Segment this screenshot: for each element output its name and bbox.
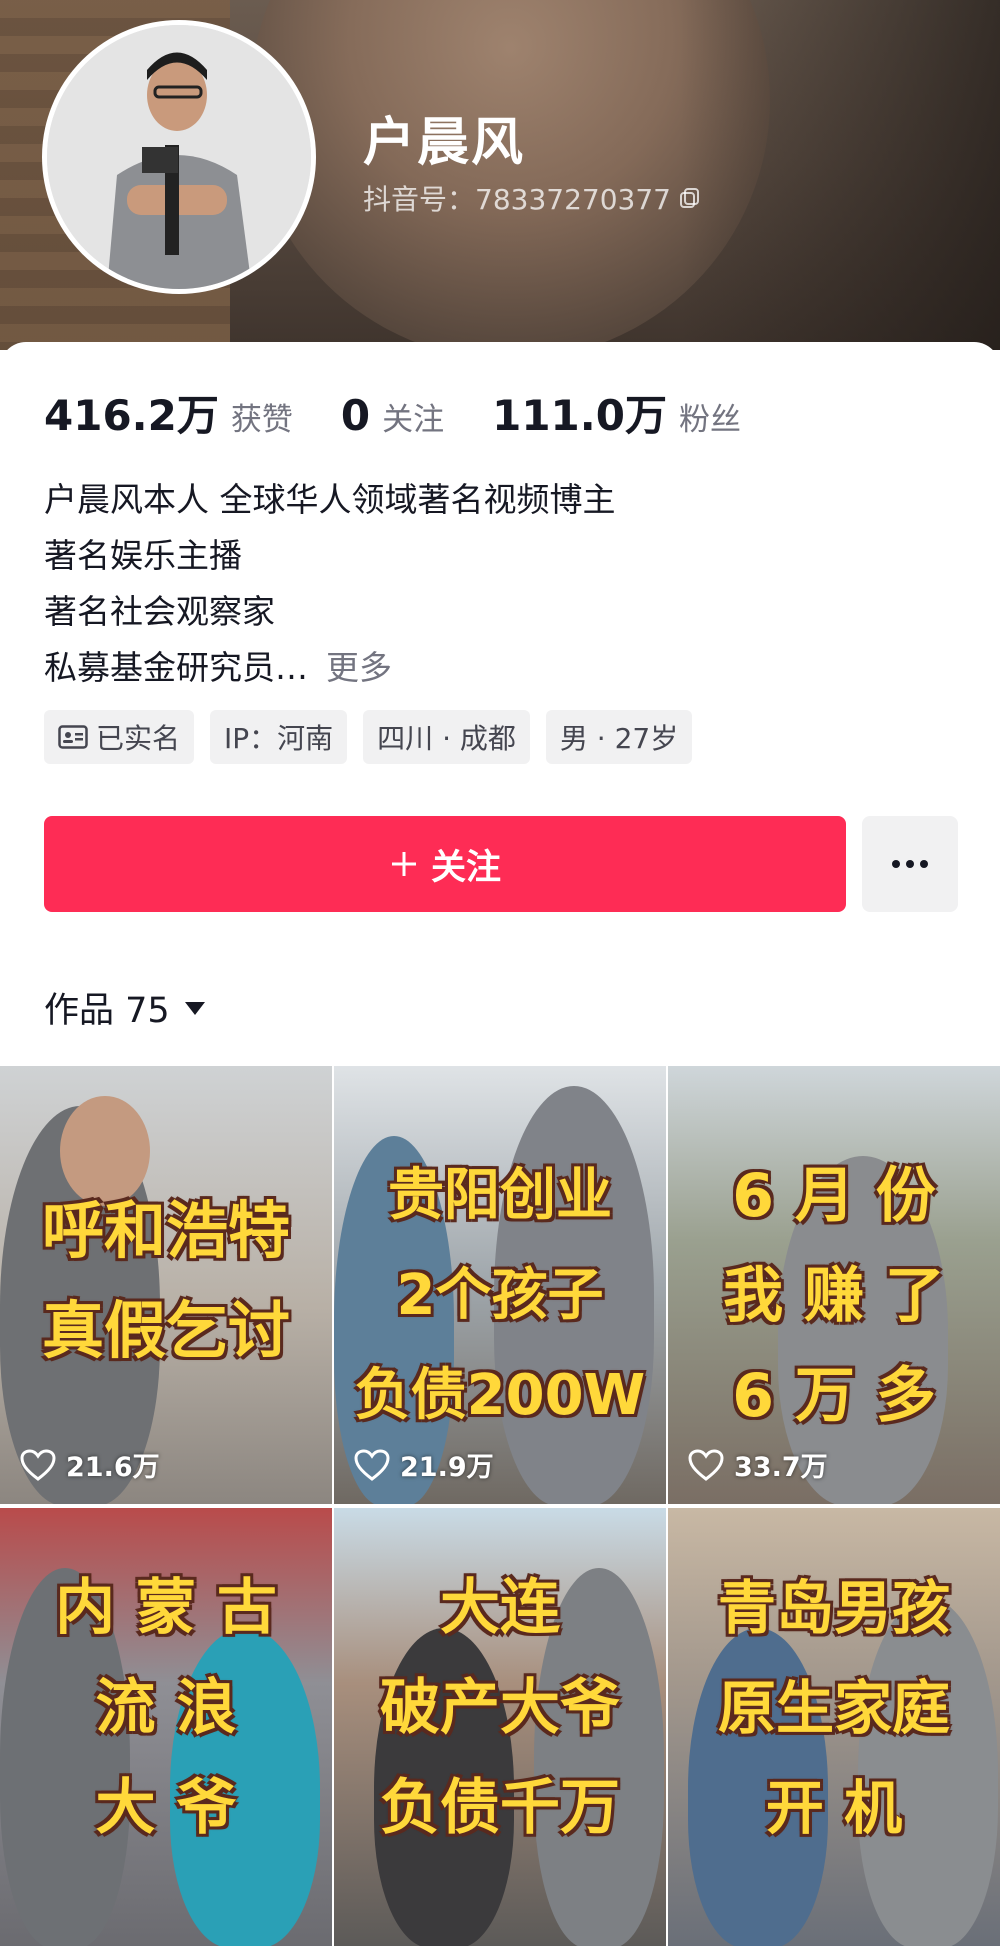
avatar-portrait-icon <box>47 25 311 289</box>
tab-works[interactable]: 作品 75 <box>44 982 206 1033</box>
ellipsis-icon <box>892 860 928 868</box>
follow-button-label: 关注 <box>430 847 501 888</box>
tag-label: 男 · 27岁 <box>559 722 679 755</box>
video-likes: 33.7万 <box>688 1445 828 1484</box>
caption-line: 真假乞讨 <box>41 1294 290 1367</box>
stat-followers[interactable]: 111.0万 粉丝 <box>492 382 741 443</box>
caption-line: 破产大爷 <box>380 1673 620 1743</box>
bio-line: 著名娱乐主播 <box>44 536 242 575</box>
caption-line: 负债200W <box>354 1363 646 1428</box>
caption-line: 开 机 <box>765 1774 903 1842</box>
heart-icon <box>20 1448 56 1481</box>
video-thumbnail[interactable]: 呼和浩特 真假乞讨 21.6万 <box>0 1066 332 1504</box>
profile-header: 户晨风 抖音号：78337270377 <box>0 0 1000 350</box>
stat-followers-value: 111.0万 <box>492 391 667 440</box>
video-caption: 青岛男孩 原生家庭 开 机 <box>668 1558 1000 1858</box>
caption-line: 贵阳创业 <box>388 1163 612 1228</box>
stat-following-value: 0 <box>340 391 371 440</box>
stats-row: 416.2万 获赞 0 关注 111.0万 粉丝 <box>44 382 789 443</box>
tag-gender-age: 男 · 27岁 <box>545 710 693 764</box>
video-thumbnail[interactable]: 贵阳创业 2个孩子 负债200W 21.9万 <box>334 1066 666 1504</box>
caption-line: 原生家庭 <box>717 1674 950 1742</box>
profile-name: 户晨风 <box>363 113 526 173</box>
heart-icon <box>354 1448 390 1481</box>
caption-line: 大 爷 <box>95 1773 237 1843</box>
douyin-id-text: 抖音号：78337270377 <box>363 183 671 216</box>
caption-line: 6 万 多 <box>732 1361 936 1431</box>
stat-followers-label: 粉丝 <box>678 402 741 438</box>
header-background-shade <box>680 0 1000 350</box>
caption-line: 流 浪 <box>95 1673 237 1743</box>
id-card-icon <box>58 725 88 749</box>
video-likes: 21.6万 <box>20 1445 160 1484</box>
caret-down-icon <box>184 1001 205 1015</box>
caption-line: 青岛男孩 <box>717 1574 950 1642</box>
video-thumbnail[interactable]: 6 月 份 我 赚 了 6 万 多 33.7万 <box>668 1066 1000 1504</box>
bio-line: 私募基金研究员… <box>44 648 308 687</box>
tag-location: 四川 · 成都 <box>363 710 530 764</box>
avatar[interactable] <box>42 20 316 294</box>
caption-line: 2个孩子 <box>396 1263 604 1328</box>
stat-following-label: 关注 <box>382 402 445 438</box>
copy-icon[interactable] <box>679 187 701 209</box>
likes-count: 21.6万 <box>66 1452 160 1483</box>
profile-tags: 已实名 IP：河南 四川 · 成都 男 · 27岁 <box>44 710 693 764</box>
video-caption: 6 月 份 我 赚 了 6 万 多 <box>668 1146 1000 1446</box>
likes-count: 21.9万 <box>400 1452 494 1483</box>
bio-more-link[interactable]: 更多 <box>326 648 392 687</box>
stat-likes[interactable]: 416.2万 获赞 <box>44 382 293 443</box>
video-grid: 呼和浩特 真假乞讨 21.6万 贵阳创业 2个孩子 负债200W 21.9万 6… <box>0 1066 1000 1946</box>
plus-icon <box>391 852 416 876</box>
video-caption: 大连 破产大爷 负债千万 <box>334 1558 666 1858</box>
tag-label: 已实名 <box>96 722 181 755</box>
tag-verified: 已实名 <box>44 710 195 764</box>
caption-line: 呼和浩特 <box>41 1194 290 1267</box>
douyin-id: 抖音号：78337270377 <box>363 178 701 218</box>
tag-ip: IP：河南 <box>210 710 348 764</box>
tag-label: IP：河南 <box>224 722 334 755</box>
caption-line: 6 月 份 <box>732 1161 936 1231</box>
video-thumbnail[interactable]: 青岛男孩 原生家庭 开 机 <box>668 1508 1000 1946</box>
bio-line: 著名社会观察家 <box>44 592 275 631</box>
video-caption: 内 蒙 古 流 浪 大 爷 <box>0 1558 332 1858</box>
video-caption: 呼和浩特 真假乞讨 <box>0 1181 332 1381</box>
bio: 户晨风本人 全球华人领域著名视频博主 著名娱乐主播 著名社会观察家 私募基金研究… <box>44 472 616 696</box>
bio-line-last: 私募基金研究员… 更多 <box>44 640 616 696</box>
stat-following[interactable]: 0 关注 <box>341 391 444 440</box>
video-caption: 贵阳创业 2个孩子 负债200W <box>334 1146 666 1446</box>
follow-button[interactable]: 关注 <box>44 816 846 912</box>
likes-count: 33.7万 <box>734 1452 828 1483</box>
more-options-button[interactable] <box>862 816 958 912</box>
bio-line: 户晨风本人 全球华人领域著名视频博主 <box>44 480 616 519</box>
caption-line: 大连 <box>440 1573 560 1643</box>
caption-line: 内 蒙 古 <box>55 1573 277 1643</box>
caption-line: 负债千万 <box>380 1773 620 1843</box>
video-thumbnail[interactable]: 大连 破产大爷 负债千万 <box>334 1508 666 1946</box>
video-likes: 21.9万 <box>354 1445 494 1484</box>
caption-line: 我 赚 了 <box>723 1261 945 1331</box>
tag-label: 四川 · 成都 <box>377 722 516 755</box>
works-label: 作品 75 <box>44 991 170 1031</box>
stat-likes-value: 416.2万 <box>44 391 219 440</box>
stat-likes-label: 获赞 <box>230 402 293 438</box>
heart-icon <box>688 1448 724 1481</box>
video-thumbnail[interactable]: 内 蒙 古 流 浪 大 爷 <box>0 1508 332 1946</box>
